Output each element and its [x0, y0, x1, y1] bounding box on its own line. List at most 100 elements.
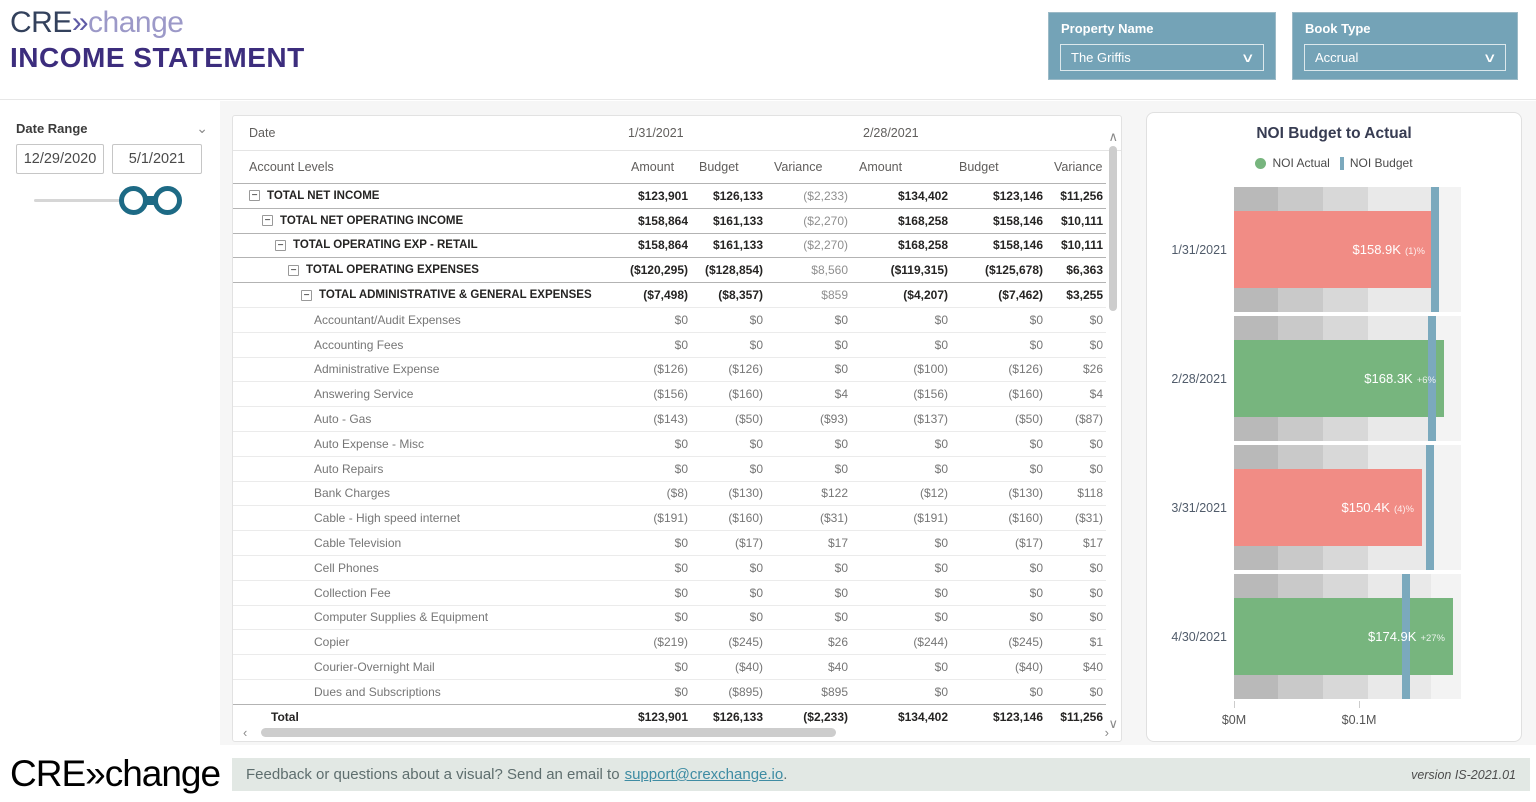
slider-handle-end[interactable] — [153, 186, 182, 215]
value-cell: $0 — [1046, 313, 1106, 327]
account-name: Accountant/Audit Expenses — [314, 313, 461, 327]
value-cell: $0 — [691, 586, 766, 600]
chevron-down-icon: ∨ — [1483, 50, 1497, 66]
value-cell: $0 — [951, 586, 1046, 600]
property-name-slicer: Property Name The Griffis ∨ — [1048, 12, 1276, 80]
page-title: INCOME STATEMENT — [10, 42, 305, 74]
value-cell: $0 — [851, 586, 951, 600]
table-row[interactable]: Accounting Fees$0$0$0$0$0$0 — [233, 332, 1106, 357]
value-cell: $0 — [851, 685, 951, 699]
table-row[interactable]: Copier($219)($245)$26($244)($245)$1 — [233, 629, 1106, 654]
value-cell: $17 — [1046, 536, 1106, 550]
value-cell: $0 — [691, 338, 766, 352]
account-name-cell: Administrative Expense — [233, 362, 623, 376]
table-row[interactable]: Computer Supplies & Equipment$0$0$0$0$0$… — [233, 605, 1106, 630]
date-end-input[interactable]: 5/1/2021 — [112, 144, 202, 174]
value-cell: ($31) — [1046, 511, 1106, 525]
book-type-dropdown[interactable]: Accrual ∨ — [1304, 44, 1506, 71]
value-cell: $168,258 — [851, 238, 951, 252]
logo-change: change — [88, 6, 183, 39]
legend-noi-actual[interactable]: NOI Actual — [1255, 156, 1329, 170]
total-value-cell: $123,901 — [623, 710, 691, 724]
value-cell: ($245) — [691, 635, 766, 649]
actual-bar[interactable]: $150.4K(4)% — [1234, 469, 1422, 546]
scroll-up-icon[interactable]: ∧ — [1108, 130, 1118, 143]
table-row[interactable]: Auto Repairs$0$0$0$0$0$0 — [233, 456, 1106, 481]
table-row[interactable]: −TOTAL NET INCOME$123,901$126,133($2,233… — [233, 183, 1106, 208]
book-type-value: Accrual — [1315, 50, 1358, 65]
table-row[interactable]: Administrative Expense($126)($126)$0($10… — [233, 357, 1106, 382]
table-row[interactable]: Auto - Gas($143)($50)($93)($137)($50)($8… — [233, 406, 1106, 431]
value-cell: ($160) — [691, 387, 766, 401]
scroll-down-icon[interactable]: ∨ — [1108, 717, 1118, 730]
table-row[interactable]: Courier-Overnight Mail$0($40)$40$0($40)$… — [233, 654, 1106, 679]
table-row[interactable]: Collection Fee$0$0$0$0$0$0 — [233, 580, 1106, 605]
value-cell: ($137) — [851, 412, 951, 426]
value-cell: ($156) — [623, 387, 691, 401]
value-cell: $40 — [766, 660, 851, 674]
support-email-link[interactable]: support@crexchange.io — [625, 766, 784, 783]
value-cell: $0 — [851, 338, 951, 352]
account-name: Bank Charges — [314, 486, 390, 500]
budget-marker — [1431, 187, 1439, 312]
legend-noi-budget[interactable]: NOI Budget — [1340, 156, 1413, 170]
account-name-cell: Auto - Gas — [233, 412, 623, 426]
table-row[interactable]: Accountant/Audit Expenses$0$0$0$0$0$0 — [233, 307, 1106, 332]
table-row[interactable]: Cell Phones$0$0$0$0$0$0 — [233, 555, 1106, 580]
table-row[interactable]: Answering Service($156)($160)$4($156)($1… — [233, 381, 1106, 406]
actual-bar[interactable]: $168.3K+6% — [1234, 340, 1444, 417]
collapse-icon[interactable]: − — [275, 240, 286, 251]
table-row[interactable]: Dues and Subscriptions$0($895)$895$0$0$0 — [233, 679, 1106, 704]
collapse-icon[interactable]: − — [288, 265, 299, 276]
value-cell: ($40) — [691, 660, 766, 674]
value-cell: $0 — [766, 586, 851, 600]
amount-header-1: Amount — [623, 151, 691, 183]
value-cell: $0 — [623, 685, 691, 699]
actual-bar[interactable]: $158.9K(1)% — [1234, 211, 1433, 288]
bar-pct-label: +6% — [1417, 375, 1436, 386]
collapse-icon[interactable]: − — [301, 290, 312, 301]
value-cell: $0 — [623, 610, 691, 624]
amount-header-2: Amount — [851, 151, 951, 183]
table-row[interactable]: Cable Television$0($17)$17$0($17)$17 — [233, 530, 1106, 555]
scroll-left-icon[interactable]: ‹ — [243, 726, 247, 739]
account-name: Answering Service — [314, 387, 413, 401]
collapse-icon[interactable]: − — [262, 215, 273, 226]
table-row[interactable]: −TOTAL OPERATING EXPENSES($120,295)($128… — [233, 257, 1106, 282]
logo-x-icon: » — [85, 753, 105, 794]
horizontal-scroll-thumb[interactable] — [261, 728, 836, 737]
value-cell: ($93) — [766, 412, 851, 426]
table-row[interactable]: Auto Expense - Misc$0$0$0$0$0$0 — [233, 431, 1106, 456]
value-cell: ($40) — [951, 660, 1046, 674]
app-logo: CRE»change — [10, 6, 183, 40]
chart-legend: NOI Actual NOI Budget — [1147, 156, 1521, 170]
axis-tick — [1359, 701, 1360, 708]
table-row[interactable]: Cable - High speed internet($191)($160)(… — [233, 505, 1106, 530]
account-name: Cable Television — [314, 536, 401, 550]
account-name: Auto - Gas — [314, 412, 371, 426]
collapse-icon[interactable]: − — [249, 190, 260, 201]
table-row[interactable]: −TOTAL NET OPERATING INCOME$158,864$161,… — [233, 208, 1106, 233]
value-cell: $0 — [623, 561, 691, 575]
bullet-row: 4/30/2021$174.9K+27% — [1147, 574, 1523, 699]
value-cell: $0 — [766, 462, 851, 476]
table-row[interactable]: −TOTAL ADMINISTRATIVE & GENERAL EXPENSES… — [233, 282, 1106, 307]
date-start-input[interactable]: 12/29/2020 — [16, 144, 104, 174]
bar-pct-label: (4)% — [1394, 504, 1414, 515]
value-cell: $0 — [623, 437, 691, 451]
property-name-dropdown[interactable]: The Griffis ∨ — [1060, 44, 1264, 71]
table-row[interactable]: −TOTAL OPERATING EXP - RETAIL$158,864$16… — [233, 233, 1106, 258]
value-cell: $158,146 — [951, 214, 1046, 228]
actual-bar[interactable]: $174.9K+27% — [1234, 598, 1453, 675]
bar-pct-label: (1)% — [1405, 246, 1425, 257]
value-cell: ($8) — [623, 486, 691, 500]
table-row[interactable]: Bank Charges($8)($130)$122($12)($130)$11… — [233, 481, 1106, 506]
slider-handle-start[interactable] — [119, 186, 148, 215]
value-cell: $0 — [623, 586, 691, 600]
chevron-down-icon[interactable]: ⌄ — [196, 120, 208, 137]
logo-cre: CRE — [10, 753, 85, 794]
value-cell: $0 — [951, 685, 1046, 699]
value-cell: $4 — [766, 387, 851, 401]
vertical-scroll-thumb[interactable] — [1109, 146, 1117, 311]
value-cell: $122 — [766, 486, 851, 500]
